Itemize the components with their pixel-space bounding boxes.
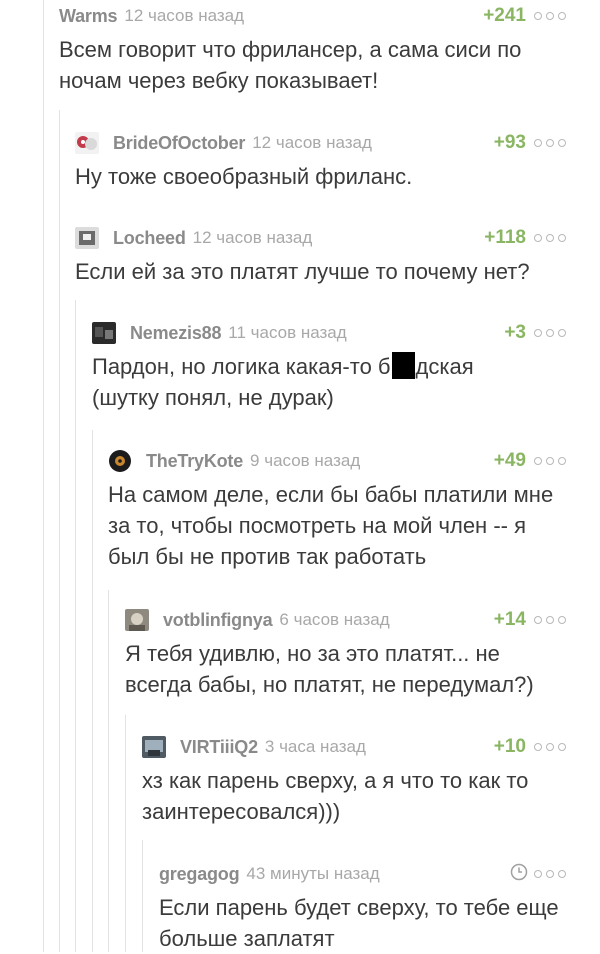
comment-text: хз как парень сверху, а я что то как то …	[142, 768, 529, 824]
comment-author[interactable]: gregagog	[159, 864, 240, 885]
comment: TheTryKote 9 часов назад +49 На самом де…	[108, 449, 566, 572]
comment-rating: +14	[493, 609, 526, 630]
more-dots-icon[interactable]	[534, 457, 566, 465]
comment: Warms 12 часов назад +241 Всем говорит ч…	[59, 4, 566, 96]
comment-text: Если ей за это платят лучше то почему не…	[75, 259, 530, 284]
thread-line-1	[43, 0, 44, 952]
more-dots-icon[interactable]	[534, 743, 566, 751]
comment-author[interactable]: BrideOfOctober	[113, 133, 245, 154]
comment-rating: +3	[504, 322, 526, 343]
comment-time[interactable]: 43 минуты назад	[246, 864, 379, 884]
comment: votblinfignya 6 часов назад +14 Я тебя у…	[125, 608, 566, 700]
clock-icon[interactable]	[510, 863, 528, 881]
comment-time[interactable]: 3 часа назад	[265, 737, 366, 757]
comment-author[interactable]: Warms	[59, 6, 118, 27]
comment-text: Ну тоже своеобразный фриланс.	[75, 164, 413, 189]
comment-text-part: дская	[415, 354, 474, 379]
comment-author[interactable]: Nemezis88	[130, 323, 221, 344]
comment-author[interactable]: TheTryKote	[146, 451, 243, 472]
comment-author[interactable]: VIRTiiiQ2	[180, 737, 258, 758]
thread-line-5	[92, 430, 93, 952]
thread-line-7	[125, 715, 126, 952]
comment-text-part: Пардон, но логика какая-то б	[92, 354, 391, 379]
comment-rating: +241	[483, 5, 526, 26]
censor-block	[391, 352, 415, 379]
avatar[interactable]	[75, 132, 99, 154]
comment-time[interactable]: 12 часов назад	[124, 6, 244, 26]
comment-time[interactable]: 11 часов назад	[228, 323, 346, 343]
more-dots-icon[interactable]	[534, 870, 566, 878]
comment-time[interactable]: 9 часов назад	[250, 451, 360, 471]
avatar[interactable]	[108, 450, 132, 472]
avatar[interactable]	[92, 322, 116, 344]
avatar[interactable]	[75, 227, 99, 249]
comment-text: Если парень будет сверху, то тебе еще бо…	[159, 895, 559, 951]
comment-rating: +10	[493, 736, 526, 757]
avatar[interactable]	[125, 609, 149, 631]
comment-time[interactable]: 12 часов назад	[193, 228, 313, 248]
comment-text-part: (шутку понял, не дурак)	[92, 385, 334, 410]
more-dots-icon[interactable]	[534, 616, 566, 624]
thread-line-8	[142, 840, 143, 952]
thread-line-3	[59, 110, 60, 952]
comment-text: На самом деле, если бы бабы платили мне …	[108, 482, 554, 569]
comment-text: Всем говорит что фрилансер, а сама сиси …	[59, 37, 522, 93]
more-dots-icon[interactable]	[534, 234, 566, 242]
avatar[interactable]	[142, 736, 166, 758]
more-dots-icon[interactable]	[534, 329, 566, 337]
comment: Nemezis88 11 часов назад +3 Пардон, но л…	[92, 321, 566, 413]
comment-author[interactable]: Locheed	[113, 228, 186, 249]
more-dots-icon[interactable]	[534, 139, 566, 147]
comment-rating: +118	[484, 227, 526, 248]
thread-line-4	[75, 300, 76, 952]
comment: BrideOfOctober 12 часов назад +93 Ну тож…	[75, 131, 566, 192]
more-dots-icon[interactable]	[534, 12, 566, 20]
comment: VIRTiiiQ2 3 часа назад +10 хз как парень…	[142, 735, 566, 827]
comment-rating: +49	[493, 450, 526, 471]
comment: gregagog 43 минуты назад Если парень буд…	[159, 862, 566, 954]
comment-rating: +93	[493, 132, 526, 153]
comment-time[interactable]: 6 часов назад	[279, 610, 389, 630]
comment-text: Я тебя удивлю, но за это платят... не вс…	[125, 641, 534, 697]
comment-text: Пардон, но логика какая-то б дская (шутку…	[92, 351, 566, 413]
comment-time[interactable]: 12 часов назад	[252, 133, 372, 153]
thread-line-6	[108, 590, 109, 952]
comment-author[interactable]: votblinfignya	[163, 610, 273, 631]
comment: Locheed 12 часов назад +118 Если ей за э…	[75, 226, 566, 287]
